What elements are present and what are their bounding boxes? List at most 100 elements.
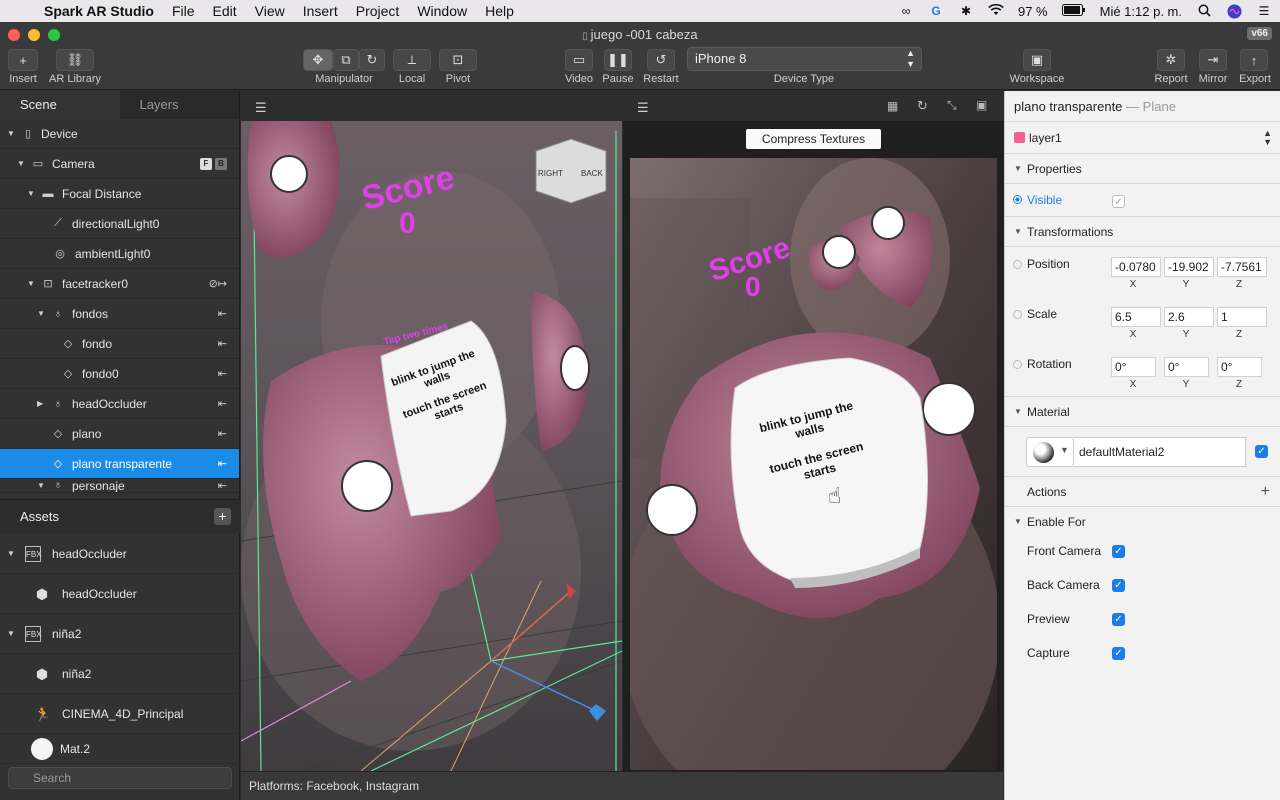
battery-icon[interactable]	[1061, 4, 1086, 18]
scene-item-fondo0[interactable]: ◇ fondo0 ⇤	[0, 359, 239, 389]
position-z-input[interactable]: -7.7561	[1217, 257, 1267, 277]
expand-triangle-icon[interactable]: ▼	[27, 189, 35, 198]
video-button[interactable]: ▭	[565, 49, 593, 71]
expand-triangle-icon[interactable]: ▼	[17, 159, 25, 168]
pivot-button[interactable]: ⊡	[439, 49, 477, 71]
report-button[interactable]: ✲	[1157, 49, 1185, 71]
scale-z-input[interactable]: 1	[1217, 307, 1267, 327]
expand-triangle-icon[interactable]: ▼	[7, 129, 15, 138]
screenshot-icon[interactable]: ▦	[887, 99, 898, 113]
back-camera-badge[interactable]: B	[215, 158, 227, 170]
grammarly-icon[interactable]: G	[928, 4, 944, 18]
menu-project[interactable]: Project	[356, 3, 400, 19]
notification-center-icon[interactable]: ☰	[1256, 4, 1272, 18]
scale-y-input[interactable]: 2.6	[1164, 307, 1214, 327]
expand-triangle-icon[interactable]: ▼	[37, 481, 45, 490]
workspace-button[interactable]: ▣	[1023, 49, 1051, 71]
visible-keyframe-radio[interactable]	[1013, 195, 1022, 204]
scene-item-fondos[interactable]: ▼ ♁ fondos ⇤	[0, 299, 239, 329]
scene-item-device[interactable]: ▼ ▯ Device	[0, 119, 239, 149]
enable-for-section[interactable]: ▼ Enable For	[1005, 507, 1280, 537]
scene-viewport[interactable]: ☰ RIGHT BACK Score 0 Tap two times blink…	[241, 91, 622, 771]
bluetooth-icon[interactable]: ✱	[958, 4, 974, 18]
collapse-triangle-icon[interactable]: ▶	[37, 399, 43, 408]
scene-item-head-occluder[interactable]: ▶ ♁ headOccluder ⇤	[0, 389, 239, 419]
link-icon[interactable]: ⇤	[218, 457, 227, 470]
rotation-z-input[interactable]: 0°	[1217, 357, 1262, 377]
scene-item-facetracker[interactable]: ▼ ⊡ facetracker0 ⊘↦	[0, 269, 239, 299]
compress-textures-button[interactable]: Compress Textures	[746, 129, 881, 149]
rotation-keyframe-radio[interactable]	[1013, 360, 1022, 369]
simulator-menu-icon[interactable]: ☰	[637, 100, 649, 116]
restart-button[interactable]: ↺	[647, 49, 675, 71]
rotate-tool-button[interactable]: ↻	[359, 49, 385, 71]
scene-item-fondo[interactable]: ◇ fondo ⇤	[0, 329, 239, 359]
move-tool-button[interactable]: ✥	[303, 49, 333, 71]
material-preview-button[interactable]: ▼	[1026, 437, 1074, 467]
material-section[interactable]: ▼ Material	[1005, 397, 1280, 427]
front-camera-badge[interactable]: F	[200, 158, 212, 170]
layer-select[interactable]: layer1 ▲ ▼	[1005, 122, 1280, 154]
hidden-camera-icon[interactable]: ⊘↦	[209, 277, 227, 290]
scale-x-input[interactable]: 6.5	[1111, 307, 1161, 327]
tab-scene[interactable]: Scene	[0, 91, 120, 119]
scene-item-plano-transparente[interactable]: ◇ plano transparente ⇤	[0, 449, 239, 479]
preview-checkbox[interactable]: ✓	[1112, 613, 1125, 626]
clock[interactable]: Mié 1:12 p. m.	[1100, 4, 1182, 19]
back-camera-checkbox[interactable]: ✓	[1112, 579, 1125, 592]
asset-item-mat2[interactable]: Mat.2	[0, 734, 240, 764]
asset-item-cinema-4d[interactable]: 🏃 CINEMA_4D_Principal	[0, 694, 240, 734]
menu-view[interactable]: View	[255, 3, 285, 19]
visible-checkbox[interactable]: ✓	[1112, 195, 1125, 208]
pause-button[interactable]: ❚❚	[604, 49, 632, 71]
scene-item-ambient-light[interactable]: ◎ ambientLight0	[0, 239, 239, 269]
link-icon[interactable]: ⇤	[218, 427, 227, 440]
link-icon[interactable]: ⇤	[218, 367, 227, 380]
link-icon[interactable]: ⇤	[218, 307, 227, 320]
scale-keyframe-radio[interactable]	[1013, 310, 1022, 319]
rotation-x-input[interactable]: 0°	[1111, 357, 1156, 377]
material-enabled-checkbox[interactable]: ✓	[1255, 445, 1268, 458]
device-type-select[interactable]: iPhone 8 ▲ ▼	[687, 47, 922, 71]
asset-item-nina2-mesh[interactable]: ⬢ niña2	[0, 654, 240, 694]
siri-icon[interactable]	[1226, 4, 1242, 19]
app-name-menu[interactable]: Spark AR Studio	[44, 3, 154, 19]
menu-help[interactable]: Help	[485, 3, 514, 19]
insert-button[interactable]: +	[8, 49, 38, 71]
rotation-y-input[interactable]: 0°	[1164, 357, 1209, 377]
asset-item-head-occluder-mesh[interactable]: ⬢ headOccluder	[0, 574, 240, 614]
capture-checkbox[interactable]: ✓	[1112, 647, 1125, 660]
creative-cloud-icon[interactable]: ∞	[898, 4, 914, 18]
position-x-input[interactable]: -0.0780	[1111, 257, 1161, 277]
link-icon[interactable]: ⇤	[218, 479, 227, 492]
expand-triangle-icon[interactable]: ▼	[7, 549, 15, 558]
ar-library-button[interactable]: ⛓	[56, 49, 94, 71]
refresh-icon[interactable]: ↻	[917, 98, 928, 114]
position-keyframe-radio[interactable]	[1013, 260, 1022, 269]
asset-item-head-occluder-fbx[interactable]: ▼ FBX headOccluder	[0, 534, 240, 574]
expand-triangle-icon[interactable]: ▼	[27, 279, 35, 288]
menu-file[interactable]: File	[172, 3, 195, 19]
view-cube-right[interactable]: RIGHT	[538, 169, 563, 178]
front-camera-checkbox[interactable]: ✓	[1112, 545, 1125, 558]
wifi-icon[interactable]	[988, 3, 1004, 18]
assets-search-input[interactable]: Search	[8, 767, 232, 789]
properties-section[interactable]: ▼ Properties	[1005, 154, 1280, 184]
link-icon[interactable]: ⇤	[218, 397, 227, 410]
local-button[interactable]: ⟂	[393, 49, 431, 71]
scene-item-plano[interactable]: ◇ plano ⇤	[0, 419, 239, 449]
menu-edit[interactable]: Edit	[213, 3, 237, 19]
expand-triangle-icon[interactable]: ▼	[37, 309, 45, 318]
export-button[interactable]: ↑	[1240, 49, 1268, 71]
expand-triangle-icon[interactable]: ▼	[7, 629, 15, 638]
material-name-field[interactable]: defaultMaterial2	[1074, 437, 1246, 467]
add-asset-button[interactable]: +	[214, 508, 231, 525]
scale-tool-button[interactable]: ⧉	[333, 49, 359, 71]
menu-window[interactable]: Window	[417, 3, 467, 19]
scene-item-personaje[interactable]: ▼ ♁ personaje ⇤	[0, 479, 239, 493]
spotlight-icon[interactable]	[1196, 4, 1212, 18]
link-icon[interactable]: ⇤	[218, 337, 227, 350]
view-cube-back[interactable]: BACK	[581, 169, 603, 178]
scene-item-focal-distance[interactable]: ▼ ▬ Focal Distance	[0, 179, 239, 209]
menu-insert[interactable]: Insert	[303, 3, 338, 19]
